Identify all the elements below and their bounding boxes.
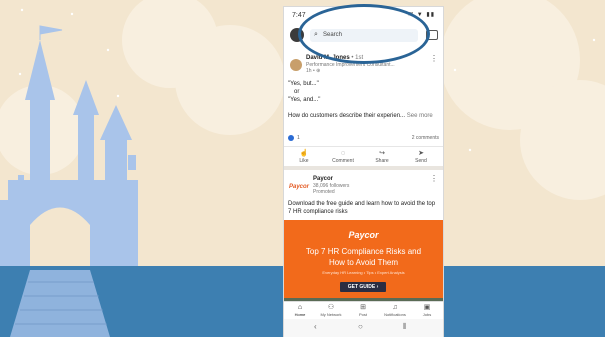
post-text: How do customers describe their experien… — [288, 113, 406, 119]
comment-button[interactable]: ◌ Comment — [328, 150, 358, 164]
send-button[interactable]: ➤ Send — [406, 150, 436, 164]
post-actions: ☝ Like ◌ Comment ↪ Share ➤ Send — [284, 146, 443, 167]
promoted-text: Download the free guide and learn how to… — [288, 201, 436, 215]
nav-post[interactable]: ⊞ Post — [348, 304, 378, 317]
nav-network-label: My Network — [320, 312, 342, 317]
share-icon: ↪ — [379, 150, 385, 157]
share-button[interactable]: ↪ Share — [367, 150, 397, 164]
post-reactions: 1 2 comments — [288, 135, 439, 143]
status-time: 7:47 — [292, 12, 306, 19]
ad-headline: Top 7 HR Compliance Risks and How to Avo… — [284, 246, 443, 268]
nav-home[interactable]: ⌂ Home — [285, 304, 315, 317]
comment-label: Comment — [332, 158, 354, 164]
promoted-label: Promoted — [313, 189, 335, 195]
promoted-more-icon[interactable]: ⋮ — [430, 174, 438, 183]
highlight-oval — [298, 4, 430, 64]
system-nav-bar: ‹ ○ ⦀ — [284, 319, 443, 337]
ad-logo: Paycor — [348, 230, 379, 240]
network-icon: ⚇ — [327, 304, 335, 311]
comment-icon: ◌ — [340, 150, 346, 157]
ad-banner[interactable]: Paycor Top 7 HR Compliance Risks and How… — [284, 220, 443, 304]
share-label: Share — [375, 158, 389, 164]
like-reaction-icon — [288, 135, 294, 141]
bottom-nav: ⌂ Home ⚇ My Network ⊞ Post ♫ Notifications ▣… — [284, 301, 443, 320]
post-more-icon[interactable]: ⋮ — [430, 54, 438, 63]
reaction-count[interactable]: 1 — [297, 135, 300, 141]
plus-square-icon: ⊞ — [360, 304, 366, 311]
send-label: Send — [415, 158, 427, 164]
nav-notifications-label: Notifications — [384, 312, 406, 317]
home-circle-icon[interactable]: ○ — [358, 322, 363, 331]
bell-icon: ♫ — [392, 304, 398, 311]
send-icon: ➤ — [418, 150, 424, 157]
advertiser-name[interactable]: Paycor — [313, 176, 333, 182]
ad-headline-line: Top 7 HR Compliance Risks and — [305, 247, 422, 256]
like-button[interactable]: ☝ Like — [289, 150, 319, 164]
ad-subtitle: Everyday HR Learning • Tips • Expert Ana… — [322, 270, 405, 275]
ad-headline-line: How to Avoid Them — [328, 258, 399, 267]
like-label: Like — [299, 158, 309, 164]
back-icon[interactable]: ‹ — [314, 322, 317, 331]
nav-notifications[interactable]: ♫ Notifications — [380, 304, 410, 317]
post-time: 1h • ⊕ — [306, 68, 321, 74]
nav-home-label: Home — [294, 312, 306, 317]
post-text-line: or — [294, 89, 300, 95]
nav-jobs[interactable]: ▣ Jobs — [412, 304, 442, 317]
comment-count[interactable]: 2 comments — [412, 135, 439, 141]
post-text-line: "Yes, but..." — [288, 81, 319, 87]
thumbs-up-icon: ☝ — [299, 150, 309, 157]
post-author-avatar[interactable] — [290, 59, 302, 71]
nav-jobs-label: Jobs — [422, 312, 432, 317]
nav-my-network[interactable]: ⚇ My Network — [316, 304, 346, 317]
post-text-line: How do customers describe their experien… — [288, 113, 433, 119]
paycor-logo[interactable]: Paycor — [289, 184, 309, 190]
nav-post-label: Post — [358, 312, 367, 317]
briefcase-icon: ▣ — [423, 304, 431, 311]
post-text-line: "Yes, and..." — [288, 97, 321, 103]
see-more-link[interactable]: See more — [407, 113, 433, 119]
recent-apps-icon[interactable]: ⦀ — [403, 322, 407, 332]
feed-post: David M. Jones • 1st Performance Improve… — [284, 48, 443, 165]
get-guide-button[interactable]: GET GUIDE › — [340, 282, 386, 292]
home-icon: ⌂ — [297, 304, 303, 311]
